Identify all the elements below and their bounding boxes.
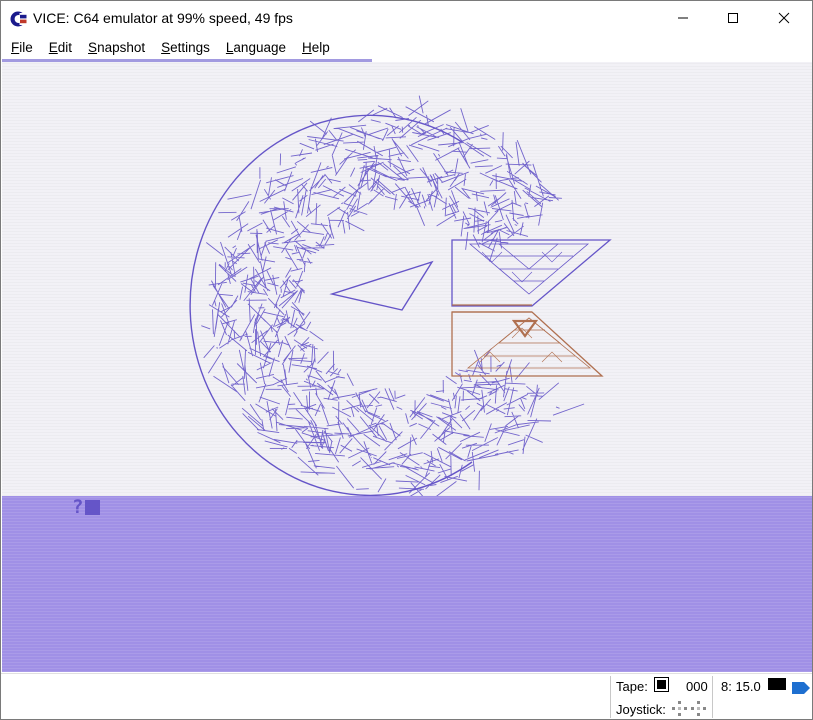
stop-square — [657, 680, 666, 689]
text-cursor — [85, 499, 101, 515]
maximize-icon — [728, 13, 738, 23]
menu-settings-label: ettings — [170, 39, 210, 55]
menu-file-accel: F — [11, 39, 20, 55]
menu-settings[interactable]: Settings — [157, 40, 214, 55]
minimize-button[interactable] — [660, 1, 706, 35]
close-icon — [778, 12, 790, 24]
close-button[interactable] — [761, 1, 807, 35]
drive-status: 8: 15.0 — [721, 679, 761, 694]
status-separator — [610, 676, 611, 718]
stop-icon[interactable] — [654, 677, 669, 692]
menu-file-label: ile — [19, 39, 33, 55]
basic-prompt: ? — [72, 496, 101, 518]
menu-snapshot[interactable]: Snapshot — [84, 40, 149, 55]
tape-label: Tape: — [616, 679, 648, 694]
status-separator — [712, 676, 713, 718]
window-title: VICE: C64 emulator at 99% speed, 49 fps — [33, 10, 293, 26]
joystick-label: Joystick: — [616, 702, 666, 717]
vice-window: VICE: C64 emulator at 99% speed, 49 fps … — [0, 0, 813, 720]
commodore-logo-artwork — [189, 95, 612, 496]
speaker-icon[interactable] — [792, 682, 810, 694]
joystick-dpad-icon[interactable] — [672, 701, 687, 716]
prompt-text: ? — [72, 496, 84, 518]
menu-edit-label: dit — [57, 39, 73, 55]
menu-file[interactable]: File — [7, 40, 37, 55]
drive-led — [768, 678, 786, 690]
menu-snapshot-label: napshot — [97, 39, 146, 55]
menu-help[interactable]: Help — [298, 40, 334, 55]
c64-text-area — [2, 496, 812, 672]
menu-edit-accel: E — [48, 39, 58, 55]
emulator-screen[interactable]: ? — [2, 59, 812, 672]
commodore-logo-icon — [10, 11, 28, 27]
logo-upper-triangle — [451, 239, 612, 307]
minimize-icon — [678, 17, 688, 19]
menu-edit[interactable]: Edit — [45, 40, 76, 55]
menu-snapshot-accel: S — [88, 39, 98, 55]
menu-help-accel: H — [301, 39, 312, 55]
title-bar[interactable]: VICE: C64 emulator at 99% speed, 49 fps — [1, 1, 812, 35]
menu-bar: File Edit Snapshot Settings Language Hel… — [1, 36, 812, 58]
menu-help-label: elp — [311, 39, 330, 55]
joystick-dpad-icon[interactable] — [691, 701, 706, 716]
menu-settings-accel: S — [161, 39, 171, 55]
menu-language[interactable]: Language — [222, 40, 290, 55]
tape-counter: 000 — [686, 679, 708, 694]
menu-language-label: anguage — [233, 39, 286, 55]
maximize-button[interactable] — [710, 1, 756, 35]
